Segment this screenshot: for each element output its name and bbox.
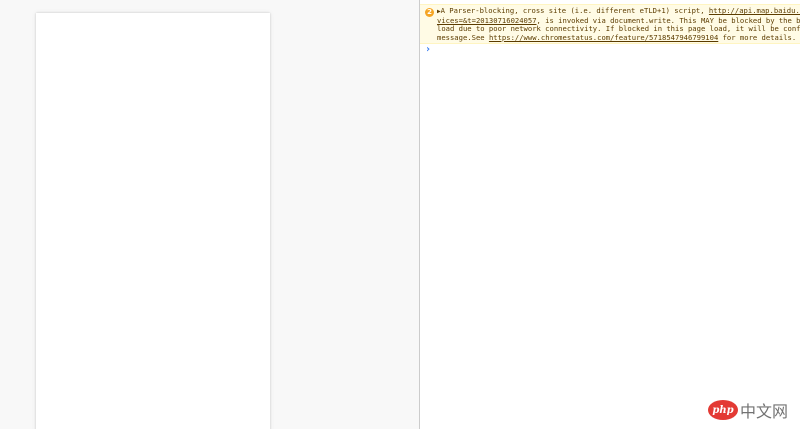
devtools-window: 2 ▶A Parser-blocking, cross site (i.e. d… [0, 0, 800, 429]
watermark-text: 中文网 [740, 402, 789, 421]
console-prompt-icon[interactable]: › [425, 44, 431, 55]
php-logo: php [708, 400, 738, 420]
php-logo-text: php [712, 404, 734, 416]
console-warning-message[interactable]: 2 ▶A Parser-blocking, cross site (i.e. d… [420, 4, 800, 44]
warning-line-4-end: for more details. [718, 32, 797, 42]
warning-source-link[interactable]: http://api.map.baidu.com/ [709, 6, 800, 15]
warning-line-1: A Parser-blocking, cross site (i.e. diff… [440, 6, 709, 15]
emulated-page[interactable] [36, 13, 270, 429]
warning-line-4: message.See [437, 32, 489, 42]
console-panel: 2 ▶A Parser-blocking, cross site (i.e. d… [420, 0, 800, 429]
device-viewport [0, 0, 419, 429]
warning-count-badge: 2 [425, 8, 434, 17]
site-watermark: php 中文网 [708, 399, 788, 421]
chromestatus-link[interactable]: https://www.chromestatus.com/feature/571… [489, 33, 718, 42]
warning-text: ▶A Parser-blocking, cross site (i.e. dif… [437, 6, 800, 42]
